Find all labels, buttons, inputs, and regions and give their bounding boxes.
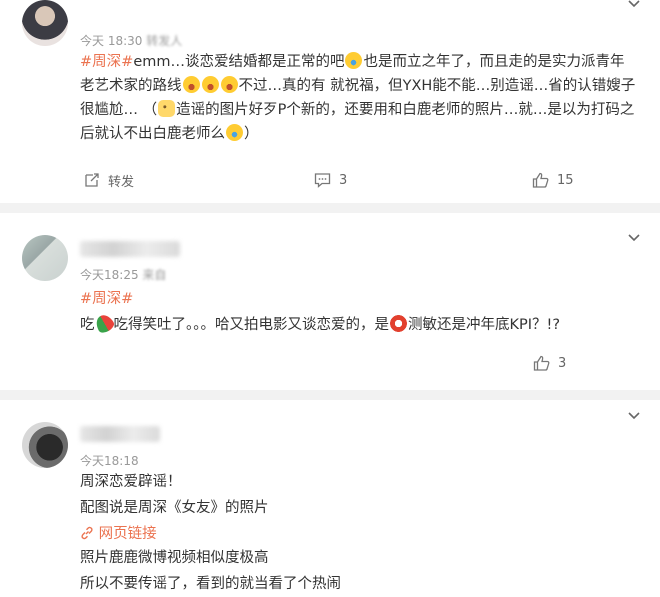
comment-line: 周深恋爱辟谣！ — [80, 474, 182, 490]
comment-time: 今天18:18 — [80, 454, 139, 468]
comment-line: 照片鹿鹿微博视频相似度极高 — [80, 550, 269, 566]
comment-line: 所以不要传谣了，看到的就当看了个热闹 — [80, 576, 341, 592]
laugh-emoji-icon — [201, 76, 219, 93]
comment-time: 今天18:25 — [80, 268, 139, 282]
like-icon — [532, 172, 549, 188]
comment-source: 转发人 — [146, 34, 183, 48]
comment-text-part: 测敏还是冲年底KPI？!? — [408, 317, 561, 333]
thinking-emoji-icon — [158, 100, 176, 117]
comment-card: 今天 18:30 转发人 #周深#emm…谈恋爱结婚都是正常的吧 也是而立之年了，… — [0, 0, 660, 200]
comment-meta: 今天18:25 来自 — [80, 266, 166, 283]
avatar[interactable] — [22, 422, 68, 468]
comment-text: #周深#emm…谈恋爱结婚都是正常的吧 也是而立之年了，而且走的是实力派青年老艺术… — [80, 50, 638, 146]
username-blurred[interactable] — [80, 241, 180, 257]
like-button[interactable]: 3 — [533, 349, 566, 377]
comment-source: 来自 — [142, 268, 167, 282]
web-link-label: 网页链接 — [98, 526, 157, 542]
cry-emoji-icon — [345, 52, 363, 69]
card-divider — [0, 390, 660, 400]
repost-button[interactable]: 转发 — [84, 166, 134, 194]
chevron-down-icon[interactable] — [628, 412, 640, 424]
topic-tag[interactable]: #周深# — [80, 291, 133, 307]
comment-text-part: 吃 — [80, 317, 95, 333]
comment-card: 今天18:18 周深恋爱辟谣！ 配图说是周深《女友》的照片 网页链接 照片鹿鹿微… — [0, 400, 660, 597]
web-link[interactable]: 网页链接 — [80, 522, 200, 548]
comment-text-part: emm…谈恋爱结婚都是正常的吧 — [133, 54, 345, 70]
comment-meta: 今天 18:30 转发人 — [80, 32, 182, 49]
chevron-down-icon[interactable] — [628, 234, 640, 246]
topic-tag[interactable]: #周深# — [80, 54, 133, 70]
chevron-down-icon[interactable] — [628, 0, 640, 12]
comment-button[interactable]: 3 — [314, 166, 347, 194]
repost-label: 转发 — [108, 174, 135, 190]
card-divider — [0, 203, 660, 213]
action-bar: 3 — [0, 349, 660, 377]
comment-meta: 今天18:18 — [80, 452, 139, 469]
like-button[interactable]: 15 — [532, 166, 574, 194]
comment-text: 吃 吃得笑吐了。。。哈又拍电影又谈恋爱的，是 测敏还是冲年底KPI？!? — [80, 311, 638, 337]
comment-time: 今天 18:30 — [80, 34, 143, 48]
like-count: 3 — [558, 355, 567, 371]
username-blurred[interactable] — [80, 426, 160, 442]
laugh-emoji-icon — [220, 76, 238, 93]
ring-emoji-icon — [390, 315, 407, 332]
link-icon — [80, 524, 94, 548]
comment-text-part: 吃得笑吐了。。。哈又拍电影又谈恋爱的，是 — [113, 317, 390, 333]
comment-line: 配图说是周深《女友》的照片 — [80, 500, 269, 516]
comment-icon — [314, 172, 331, 188]
like-icon — [533, 355, 550, 371]
like-count: 15 — [557, 172, 574, 188]
avatar[interactable] — [22, 0, 68, 46]
comment-text-part: ） — [244, 126, 259, 142]
comment-text: #周深# — [80, 287, 638, 311]
laugh-emoji-icon — [182, 76, 200, 93]
avatar[interactable] — [22, 235, 68, 281]
cry-emoji-icon — [226, 124, 243, 141]
watermelon-emoji-icon — [92, 311, 116, 336]
action-bar: 转发 3 15 — [0, 166, 660, 194]
comment-card: 今天18:25 来自 #周深# 吃 吃得笑吐了。。。哈又拍电影又谈恋爱的，是 测敏还… — [0, 213, 660, 390]
comment-count: 3 — [339, 172, 348, 188]
repost-icon — [84, 172, 100, 188]
